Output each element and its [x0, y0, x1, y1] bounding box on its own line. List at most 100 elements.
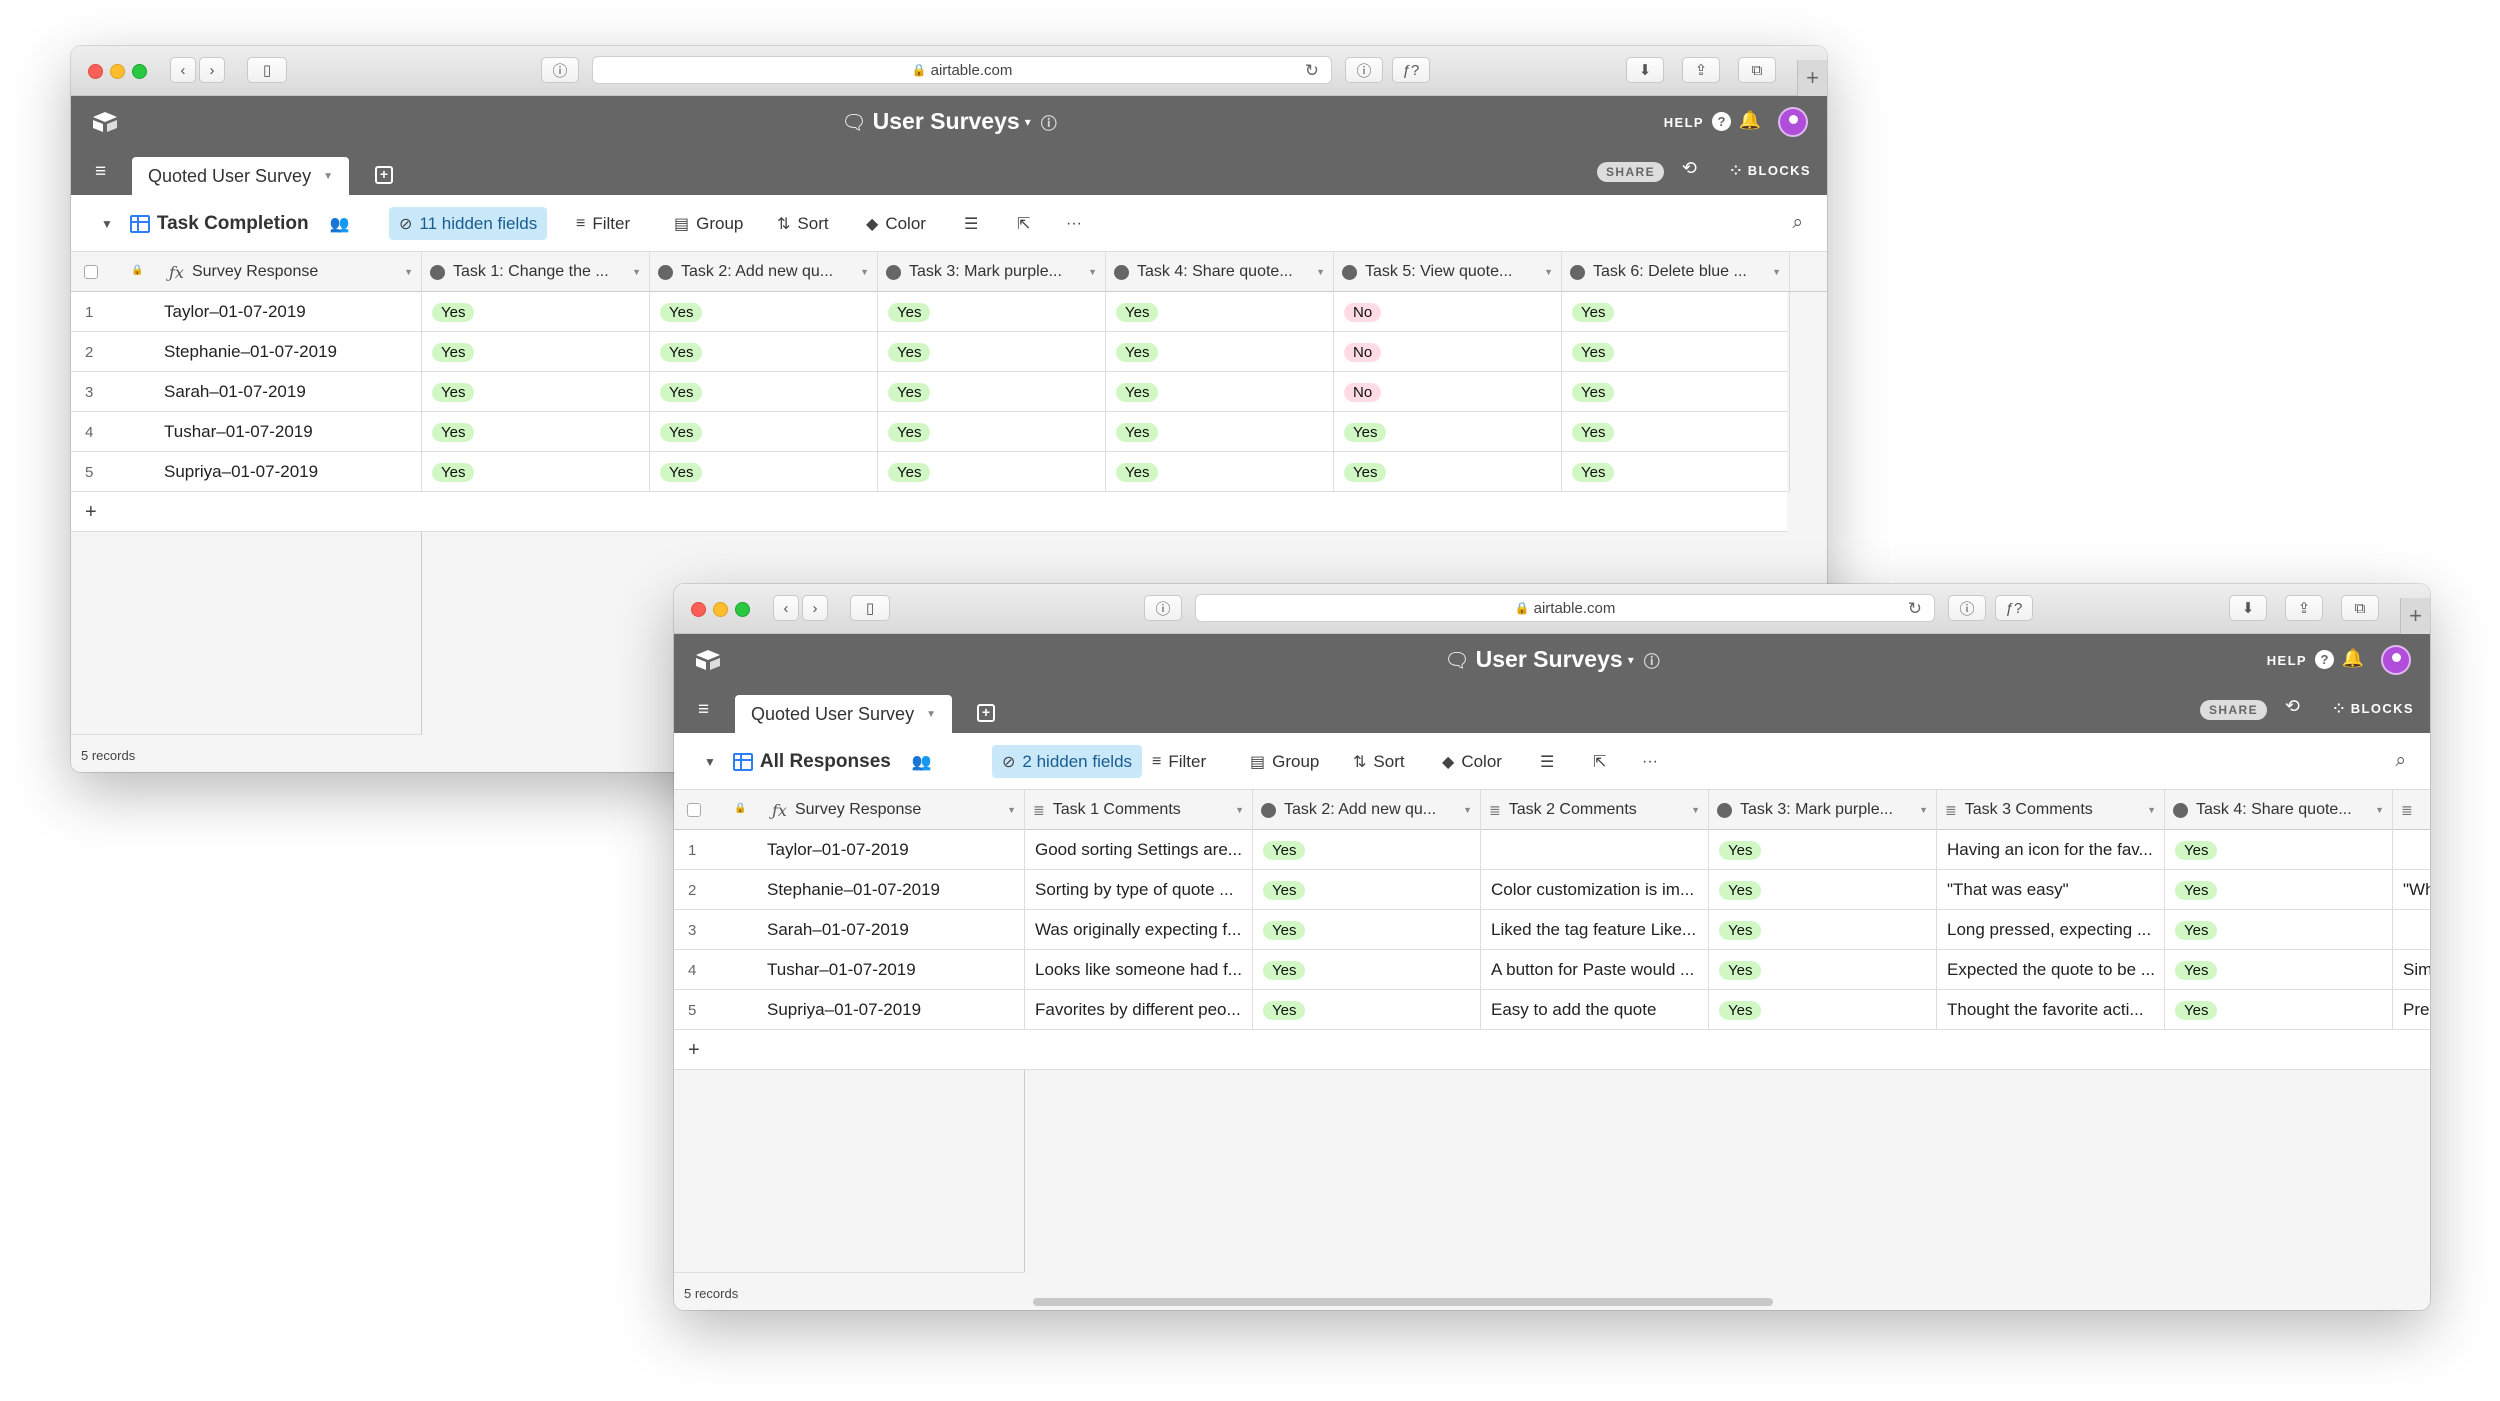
- sidebar-toggle-button[interactable]: ▯: [850, 595, 890, 621]
- group-button[interactable]: ▤ Group: [1250, 733, 1319, 790]
- column-header[interactable]: ≣: [2393, 790, 2430, 830]
- more-options-icon[interactable]: ···: [1066, 195, 1082, 252]
- cell[interactable]: Yes: [1709, 830, 1937, 870]
- primary-cell[interactable]: Sarah–01-07-2019: [151, 372, 422, 412]
- forward-button[interactable]: ›: [199, 57, 225, 83]
- base-info-icon[interactable]: ⓘ: [1041, 116, 1057, 133]
- cell[interactable]: Yes: [422, 292, 650, 332]
- cell[interactable]: No: [1334, 372, 1562, 412]
- filter-button[interactable]: ≡ Filter: [1152, 733, 1206, 790]
- column-menu-caret-icon[interactable]: ▼: [1544, 267, 1553, 277]
- cell[interactable]: Yes: [1562, 372, 1790, 412]
- new-tab-button[interactable]: +: [1797, 60, 1827, 96]
- extension-button[interactable]: ⓘ: [1948, 595, 1986, 621]
- color-button[interactable]: ◆ Color: [1442, 733, 1502, 790]
- share-button[interactable]: SHARE: [2199, 700, 2267, 720]
- cell[interactable]: Yes: [650, 332, 878, 372]
- privacy-button[interactable]: ⓘ: [1144, 595, 1182, 621]
- cell[interactable]: [1481, 830, 1709, 870]
- cell[interactable]: Yes: [1709, 910, 1937, 950]
- table-row[interactable]: 3 Sarah–01-07-2019 Yes Yes Yes Yes No Yes: [71, 372, 1790, 412]
- primary-cell[interactable]: Sarah–01-07-2019: [754, 910, 1025, 950]
- primary-cell[interactable]: Taylor–01-07-2019: [151, 292, 422, 332]
- cell[interactable]: No: [1334, 292, 1562, 332]
- help-icon[interactable]: ?: [1712, 112, 1731, 131]
- column-header[interactable]: Task 4: Share quote... ▼: [1106, 252, 1334, 292]
- column-menu-caret-icon[interactable]: ▼: [1691, 805, 1700, 815]
- forward-button[interactable]: ›: [802, 595, 828, 621]
- downloads-button[interactable]: ⬇: [1626, 57, 1664, 83]
- cell[interactable]: Yes: [422, 372, 650, 412]
- sort-button[interactable]: ⇅ Sort: [1353, 733, 1405, 790]
- column-menu-caret-icon[interactable]: ▼: [1316, 267, 1325, 277]
- cell[interactable]: Yes: [1106, 412, 1334, 452]
- column-menu-caret-icon[interactable]: ▼: [2375, 805, 2384, 815]
- cell[interactable]: Yes: [650, 372, 878, 412]
- view-collapse-caret-icon[interactable]: ▼: [704, 755, 716, 769]
- cell[interactable]: Sorting by type of quote ...: [1025, 870, 1253, 910]
- column-menu-caret-icon[interactable]: ▼: [1235, 805, 1244, 815]
- cell[interactable]: Yes: [878, 332, 1106, 372]
- cell[interactable]: A button for Paste would ...: [1481, 950, 1709, 990]
- close-window-button[interactable]: [88, 64, 103, 79]
- cell[interactable]: [2393, 910, 2430, 950]
- cell[interactable]: Yes: [1106, 452, 1334, 492]
- cell[interactable]: "Wh: [2393, 870, 2430, 910]
- help-label[interactable]: HELP: [1664, 115, 1704, 130]
- table-row[interactable]: 2 Stephanie–01-07-2019 Yes Yes Yes Yes No Yes: [71, 332, 1790, 372]
- privacy-button[interactable]: ⓘ: [541, 57, 579, 83]
- table-row[interactable]: 5 Supriya–01-07-2019 Yes Yes Yes Yes Yes Yes: [71, 452, 1790, 492]
- help-icon[interactable]: ?: [2315, 650, 2334, 669]
- row-height-icon[interactable]: ☰: [1540, 733, 1554, 790]
- cell[interactable]: Yes: [650, 412, 878, 452]
- user-avatar[interactable]: [1778, 107, 1808, 137]
- zoom-window-button[interactable]: [735, 602, 750, 617]
- history-icon[interactable]: ⟲: [2285, 696, 2300, 717]
- table-row[interactable]: 5 Supriya–01-07-2019 Favorites by differen…: [674, 990, 2430, 1030]
- new-tab-button[interactable]: +: [2400, 598, 2430, 634]
- formula-extension-button[interactable]: ƒ?: [1392, 57, 1430, 83]
- cell[interactable]: Liked the tag feature Like...: [1481, 910, 1709, 950]
- cell[interactable]: Yes: [2165, 830, 2393, 870]
- minimize-window-button[interactable]: [110, 64, 125, 79]
- cell[interactable]: Yes: [1253, 910, 1481, 950]
- sidebar-toggle-button[interactable]: ▯: [247, 57, 287, 83]
- table-tab[interactable]: Quoted User Survey ▼: [735, 695, 952, 733]
- add-record-button[interactable]: +: [674, 1030, 2430, 1070]
- column-header[interactable]: ≣ Task 3 Comments ▼: [1937, 790, 2165, 830]
- reload-icon[interactable]: ↻: [1305, 61, 1319, 81]
- cell[interactable]: Yes: [2165, 990, 2393, 1030]
- cell[interactable]: Expected the quote to be ...: [1937, 950, 2165, 990]
- cell[interactable]: "That was easy": [1937, 870, 2165, 910]
- column-header[interactable]: Task 3: Mark purple... ▼: [878, 252, 1106, 292]
- add-table-icon[interactable]: +: [977, 704, 995, 722]
- cell[interactable]: Looks like someone had f...: [1025, 950, 1253, 990]
- column-menu-caret-icon[interactable]: ▼: [1772, 267, 1781, 277]
- column-header[interactable]: ≣ Task 1 Comments ▼: [1025, 790, 1253, 830]
- cell[interactable]: Long pressed, expecting ...: [1937, 910, 2165, 950]
- view-switcher[interactable]: ▼ All Responses 👥: [704, 733, 932, 790]
- notifications-bell-icon[interactable]: 🔔: [1739, 110, 1761, 131]
- cell[interactable]: Thought the favorite acti...: [1937, 990, 2165, 1030]
- column-header[interactable]: Task 4: Share quote... ▼: [2165, 790, 2393, 830]
- cell[interactable]: Sim: [2393, 950, 2430, 990]
- cell[interactable]: Yes: [1106, 292, 1334, 332]
- cell[interactable]: Yes: [422, 452, 650, 492]
- share-sheet-button[interactable]: ⇪: [1682, 57, 1720, 83]
- column-header[interactable]: ƒx Survey Response ▼: [764, 790, 1025, 830]
- view-name[interactable]: All Responses: [760, 751, 891, 773]
- cell[interactable]: Having an icon for the fav...: [1937, 830, 2165, 870]
- group-button[interactable]: ▤ Group: [674, 195, 743, 252]
- table-row[interactable]: 4 Tushar–01-07-2019 Yes Yes Yes Yes Yes Yes: [71, 412, 1790, 452]
- search-icon[interactable]: ⌕: [1792, 212, 1803, 234]
- cell[interactable]: Yes: [1253, 830, 1481, 870]
- address-bar[interactable]: 🔒 airtable.com ↻: [1195, 594, 1935, 622]
- share-view-icon[interactable]: ⇱: [1017, 195, 1030, 252]
- back-button[interactable]: ‹: [773, 595, 799, 621]
- cell[interactable]: Color customization is im...: [1481, 870, 1709, 910]
- table-row[interactable]: 4 Tushar–01-07-2019 Looks like someone had…: [674, 950, 2430, 990]
- primary-cell[interactable]: Supriya–01-07-2019: [151, 452, 422, 492]
- reload-icon[interactable]: ↻: [1908, 599, 1922, 619]
- cell[interactable]: [2393, 830, 2430, 870]
- column-menu-caret-icon[interactable]: ▼: [1088, 267, 1097, 277]
